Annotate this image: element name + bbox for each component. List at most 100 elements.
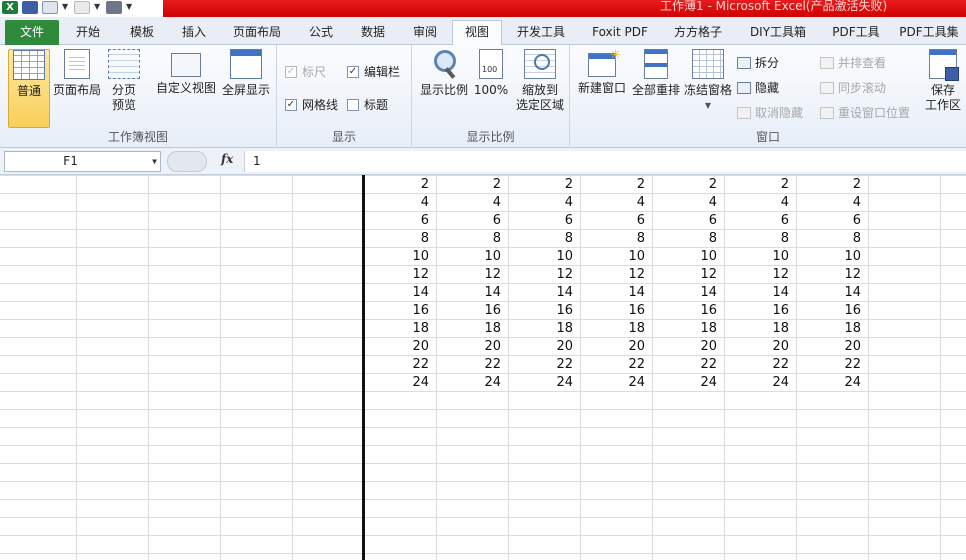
cell[interactable]: 4 [581,194,649,212]
name-box[interactable]: F1 ▼ [4,151,161,172]
cell[interactable]: 4 [725,194,793,212]
view-side-by-side-button[interactable]: 并排查看 [820,54,886,71]
formula-bar-checkbox[interactable]: ✓ 编辑栏 [347,63,400,80]
cell[interactable]: 24 [509,374,577,392]
cell[interactable]: 24 [797,374,865,392]
cell[interactable]: 6 [437,212,505,230]
cell[interactable]: 22 [437,356,505,374]
tab-fangfang[interactable]: 方方格子 [664,21,732,45]
cell[interactable]: 14 [797,284,865,302]
chevron-down-icon[interactable]: ▼ [126,1,134,13]
cell[interactable]: 14 [653,284,721,302]
reset-window-position-button[interactable]: 重设窗口位置 [820,104,910,121]
cell[interactable]: 20 [653,338,721,356]
cell[interactable]: 24 [725,374,793,392]
cell[interactable]: 10 [797,248,865,266]
cell[interactable]: 18 [653,320,721,338]
cell[interactable]: 20 [509,338,577,356]
cell[interactable]: 8 [725,230,793,248]
unhide-button[interactable]: 取消隐藏 [737,104,803,121]
chevron-down-icon[interactable]: ▼ [152,152,157,171]
zoom-button[interactable]: 显示比例 [418,49,470,98]
cell[interactable]: 16 [437,302,505,320]
frozen-pane-divider[interactable] [362,175,365,560]
cell[interactable]: 22 [509,356,577,374]
save-workspace-button[interactable]: 保存 工作区 [922,49,964,113]
cell[interactable]: 8 [653,230,721,248]
redo-icon[interactable] [74,0,90,14]
cell[interactable]: 12 [509,266,577,284]
new-window-button[interactable]: 新建窗口 [576,48,628,96]
cell[interactable]: 10 [365,248,433,266]
page-break-preview-button[interactable]: 分页 预览 [104,49,144,113]
cell[interactable]: 6 [365,212,433,230]
cell[interactable]: 18 [725,320,793,338]
cell[interactable]: 4 [509,194,577,212]
cell[interactable]: 12 [725,266,793,284]
insert-function-icon[interactable]: fx [221,152,233,166]
cell[interactable]: 10 [653,248,721,266]
cell[interactable]: 12 [365,266,433,284]
tab-home[interactable]: 开始 [62,21,114,45]
formula-input[interactable]: 1 [244,151,966,172]
cell[interactable]: 6 [653,212,721,230]
cell[interactable]: 18 [509,320,577,338]
excel-icon[interactable]: X [2,0,18,14]
cell[interactable]: 2 [797,176,865,194]
cell[interactable]: 14 [365,284,433,302]
tab-view[interactable]: 视图 [452,20,502,45]
cell[interactable]: 22 [365,356,433,374]
cell[interactable]: 20 [365,338,433,356]
cell[interactable]: 20 [725,338,793,356]
cell[interactable]: 14 [725,284,793,302]
save-icon[interactable] [22,0,38,14]
cell[interactable]: 2 [365,176,433,194]
tab-review[interactable]: 审阅 [400,21,450,45]
cell[interactable]: 4 [797,194,865,212]
hide-button[interactable]: 隐藏 [737,79,779,96]
ruler-checkbox[interactable]: ✓ 标尺 [285,63,326,80]
cell[interactable]: 24 [365,374,433,392]
cell[interactable]: 2 [653,176,721,194]
tab-pdf-toolset[interactable]: PDF工具集 [892,21,966,45]
cell[interactable]: 16 [725,302,793,320]
cell[interactable]: 16 [365,302,433,320]
cell[interactable]: 6 [581,212,649,230]
cell[interactable]: 22 [797,356,865,374]
cell[interactable]: 24 [581,374,649,392]
cell[interactable]: 10 [581,248,649,266]
cell[interactable]: 2 [437,176,505,194]
cell[interactable]: 6 [509,212,577,230]
cell[interactable]: 6 [725,212,793,230]
zoom-100-button[interactable]: 100% [472,49,510,98]
chevron-down-icon[interactable]: ▼ [682,98,734,113]
cell[interactable]: 2 [509,176,577,194]
cell[interactable]: 2 [725,176,793,194]
tab-file[interactable]: 文件 [5,20,59,45]
chevron-down-icon[interactable]: ▼ [94,1,102,13]
cell[interactable]: 22 [725,356,793,374]
cell[interactable]: 8 [437,230,505,248]
arrange-all-button[interactable]: 全部重排 [630,49,682,98]
cell[interactable]: 6 [797,212,865,230]
tab-diy-toolbox[interactable]: DIY工具箱 [736,21,820,45]
print-icon[interactable] [106,0,122,14]
cell[interactable]: 18 [797,320,865,338]
headings-checkbox[interactable]: 标题 [347,96,388,113]
tab-foxit-pdf[interactable]: Foxit PDF [580,21,660,45]
full-screen-button[interactable]: 全屏显示 [220,49,272,98]
cell[interactable]: 16 [509,302,577,320]
tab-data[interactable]: 数据 [348,21,398,45]
cell[interactable]: 16 [653,302,721,320]
cell[interactable]: 12 [581,266,649,284]
cell[interactable]: 18 [581,320,649,338]
cell[interactable]: 10 [437,248,505,266]
cell[interactable]: 24 [437,374,505,392]
cell[interactable]: 4 [653,194,721,212]
formula-bar-splitter[interactable] [167,151,207,172]
page-layout-view-button[interactable]: 页面布局 [52,49,102,98]
tab-formulas[interactable]: 公式 [296,21,346,45]
synchronous-scrolling-button[interactable]: 同步滚动 [820,79,886,96]
cell[interactable]: 20 [437,338,505,356]
cell[interactable]: 10 [725,248,793,266]
